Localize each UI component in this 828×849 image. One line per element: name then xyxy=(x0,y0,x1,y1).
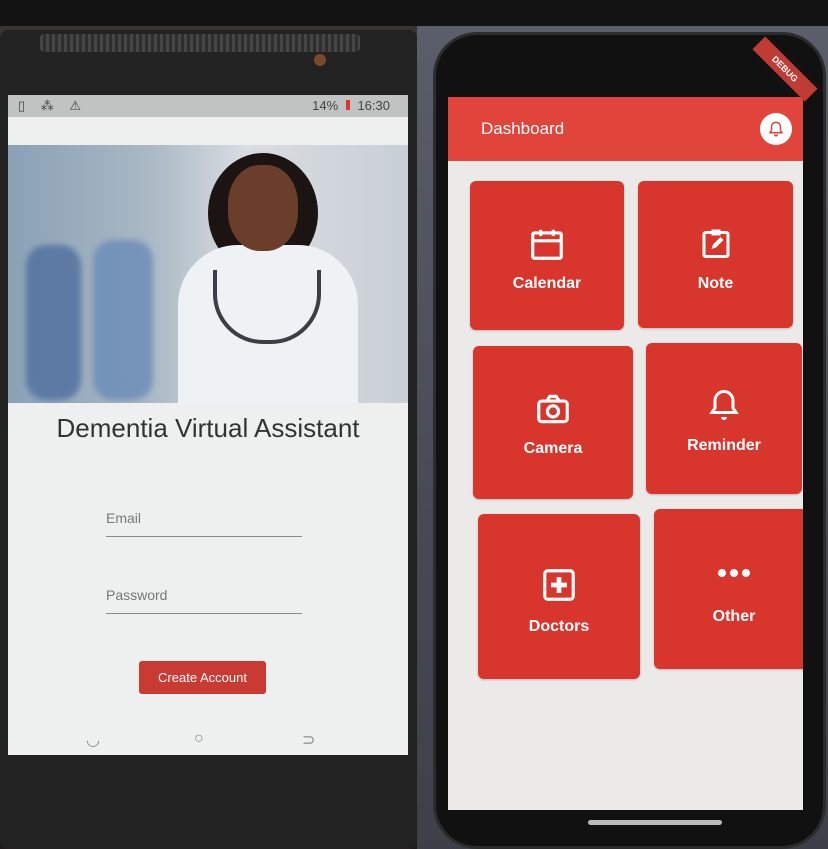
bell-icon xyxy=(768,121,784,137)
speaker-grille xyxy=(40,34,360,52)
password-field[interactable]: Password xyxy=(106,587,302,614)
app-bar: Dashboard xyxy=(448,97,803,161)
dashboard-screen: Dashboard Calendar Note Camera Reminder … xyxy=(448,97,803,810)
home-indicator[interactable] xyxy=(588,820,722,825)
doctor-hero-image xyxy=(8,145,408,403)
password-placeholder: Password xyxy=(106,587,168,603)
tile-other[interactable]: Other xyxy=(654,509,803,669)
email-field[interactable]: Email xyxy=(106,510,302,537)
login-screen: ▯ ⁂ ⚠ 14% 16:30 Dementia Virtual Assista… xyxy=(8,95,408,755)
clock: 16:30 xyxy=(357,98,390,113)
camera-icon xyxy=(537,394,569,424)
note-icon xyxy=(702,229,729,258)
background-person xyxy=(26,245,81,400)
create-account-button[interactable]: Create Account xyxy=(139,661,266,694)
tile-calendar[interactable]: Calendar xyxy=(470,181,624,330)
doctor-face xyxy=(228,165,298,251)
battery-level: 14% xyxy=(312,98,339,113)
tile-doctors[interactable]: Doctors xyxy=(478,514,640,679)
more-dots-icon xyxy=(718,569,750,577)
front-camera xyxy=(314,54,326,66)
calendar-icon xyxy=(531,229,563,260)
notifications-button[interactable] xyxy=(760,113,792,145)
recent-apps-icon[interactable]: ⊃ xyxy=(302,730,315,750)
status-icons: ▯ ⁂ ⚠ xyxy=(18,98,88,113)
app-title: Dementia Virtual Assistant xyxy=(56,413,360,443)
tile-camera[interactable]: Camera xyxy=(473,346,633,499)
email-placeholder: Email xyxy=(106,510,142,526)
top-bar xyxy=(0,0,828,26)
tile-label: Note xyxy=(697,275,734,292)
tile-label: Calendar xyxy=(512,275,582,292)
dashboard-title: Dashboard xyxy=(481,119,565,138)
background-person xyxy=(93,240,153,400)
tile-note[interactable]: Note xyxy=(638,181,793,328)
tile-label: Other xyxy=(712,608,756,625)
back-icon[interactable]: ◡ xyxy=(86,730,100,750)
bell-icon xyxy=(709,389,739,420)
tile-label: Doctors xyxy=(528,618,590,635)
medical-cross-icon xyxy=(543,569,575,601)
android-nav-bar: ◡ ○ ⊃ xyxy=(70,730,330,760)
battery-icon xyxy=(345,100,350,110)
status-bar: ▯ ⁂ ⚠ 14% 16:30 xyxy=(8,95,408,117)
home-icon[interactable]: ○ xyxy=(194,730,204,748)
tile-label: Camera xyxy=(523,440,583,457)
tile-label: Reminder xyxy=(687,437,761,454)
tile-reminder[interactable]: Reminder xyxy=(646,343,802,494)
status-info: 14% 16:30 xyxy=(312,98,390,113)
